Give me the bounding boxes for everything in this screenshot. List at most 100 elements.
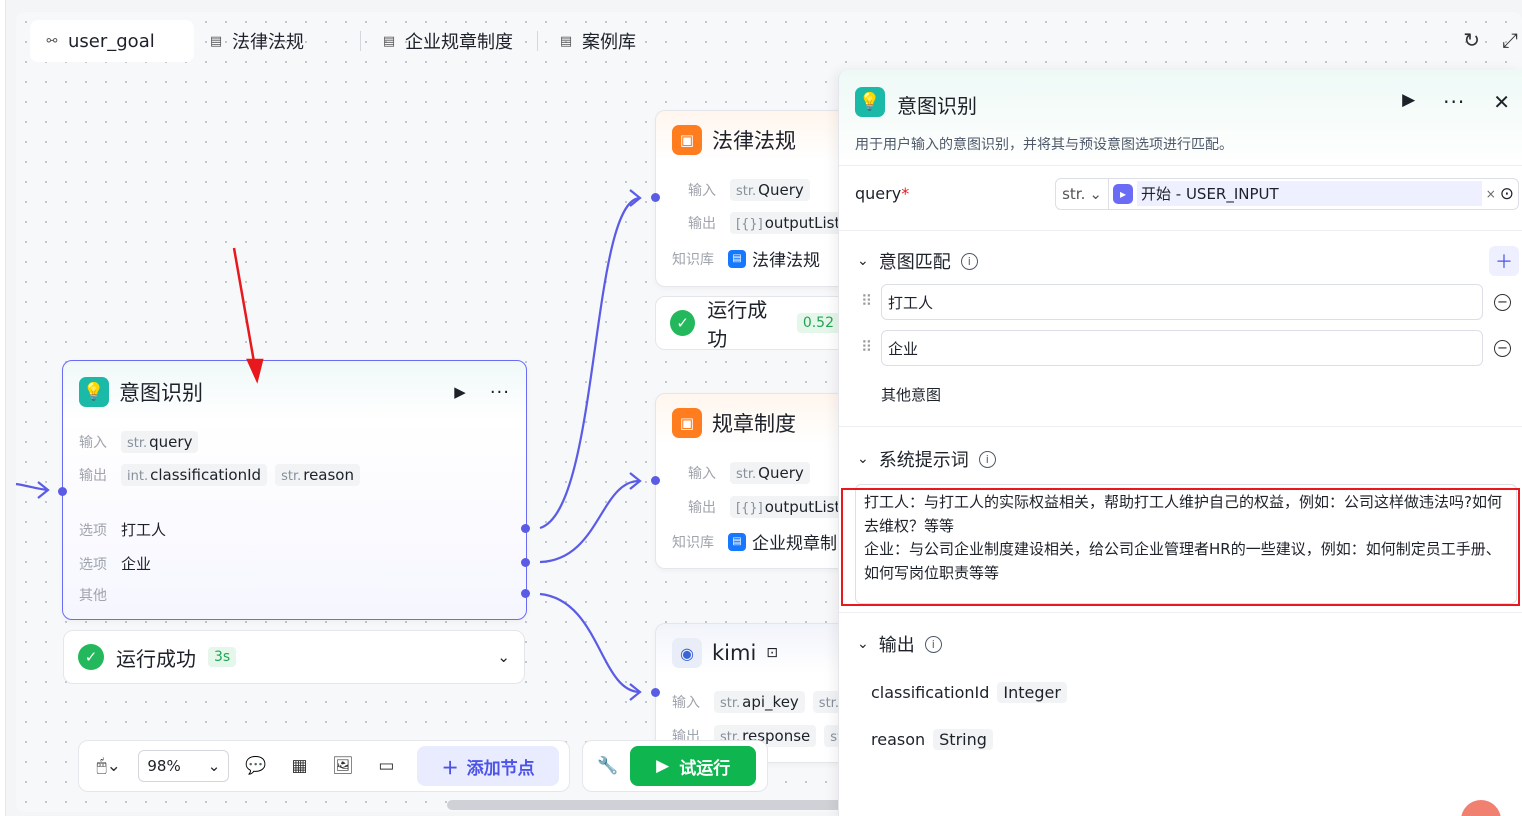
query-ref-chip: 开始 - USER_INPUT — [1137, 181, 1482, 206]
doc-icon: ▤ — [559, 33, 573, 49]
more-icon[interactable]: ··· — [490, 382, 510, 403]
tab-bar: ⚯ user_goal ▤ 法律法规 ▤ 企业规章制度 ▤ 案例库 — [30, 20, 650, 62]
close-icon[interactable]: ✕ — [1493, 90, 1510, 114]
play-icon[interactable]: ▶ — [1402, 90, 1415, 114]
node-title: kimi — [712, 641, 757, 665]
query-ref-field[interactable]: ▸ 开始 - USER_INPUT × ⊙ — [1109, 177, 1519, 210]
output-section-title[interactable]: ⌄ 输出 i — [857, 631, 942, 657]
type: str. — [818, 696, 839, 711]
intent-node[interactable]: 💡 意图识别 ▶ ··· 输入 str. query 输出 int. classif… — [62, 360, 527, 620]
intent-other-port[interactable] — [521, 589, 530, 598]
input-label: 输入 — [672, 695, 700, 711]
query-name: query — [855, 184, 902, 203]
chevron-down-icon[interactable]: ⌄ — [497, 648, 510, 666]
node-title: 规章制度 — [712, 412, 796, 436]
drag-handle-icon[interactable]: ⠿ — [861, 292, 872, 310]
tab-company-rules[interactable]: ▤ 企业规章制度 — [367, 20, 531, 62]
wrench-icon[interactable]: 🔧 — [597, 756, 618, 776]
law-input-port[interactable] — [651, 193, 660, 202]
prompt-section-title[interactable]: ⌄ 系统提示词 i — [857, 446, 996, 472]
rules-input-port[interactable] — [651, 476, 660, 485]
tab-law[interactable]: ▤ 法律法规 — [194, 20, 354, 62]
mouse-icon[interactable]: 🖱⌄ — [89, 756, 128, 776]
name: query — [149, 433, 193, 451]
chevron-down-icon: ⌄ — [857, 451, 869, 467]
type: [{}] — [736, 217, 763, 232]
intent-input-port[interactable] — [58, 487, 67, 496]
type: int. — [127, 469, 149, 484]
output-name: reason — [871, 730, 926, 749]
add-node-button[interactable]: ＋ 添加节点 — [417, 746, 560, 786]
intent-input-1[interactable]: 打工人 — [881, 284, 1483, 320]
rules-node[interactable]: ▣ 规章制度 输入 str. Query 输出 [{}] outputList 知识… — [655, 393, 855, 569]
input-chip: str. Query — [730, 462, 810, 484]
intent-option-port-1[interactable] — [521, 524, 530, 533]
annotation-highlight-box — [841, 488, 1520, 606]
output-chip: int. classificationId — [121, 464, 268, 486]
input-chip: str. query — [121, 431, 199, 453]
test-run-label: 试运行 — [679, 758, 731, 779]
output-row: classificationId Integer — [871, 682, 1067, 703]
law-status-card[interactable]: ✓ 运行成功 0.52 — [655, 296, 855, 351]
other-intent-label: 其他意图 — [881, 386, 942, 404]
type: str. — [720, 696, 741, 711]
intent-value: 打工人 — [888, 293, 934, 312]
remove-intent-icon[interactable]: − — [1494, 340, 1511, 357]
output-chip: [{}] outputList — [730, 212, 847, 234]
info-icon[interactable]: i — [978, 450, 996, 468]
plus-icon: ＋ — [441, 758, 459, 779]
query-type-select[interactable]: str. ⌄ — [1055, 177, 1109, 210]
query-ref: 开始 - USER_INPUT — [1141, 185, 1279, 203]
drag-handle-icon[interactable]: ⠿ — [861, 338, 872, 356]
test-run-button[interactable]: ▶ 试运行 — [630, 746, 757, 786]
tab-user-goal[interactable]: ⚯ user_goal — [30, 20, 194, 62]
kb-name: 企业规章制 — [752, 534, 837, 554]
zoom-value: 98% — [147, 757, 181, 775]
intent-status-card[interactable]: ✓ 运行成功 3s ⌄ — [63, 630, 525, 684]
more-icon[interactable]: ··· — [1443, 90, 1465, 114]
tab-label: 案例库 — [582, 32, 636, 53]
info-icon[interactable]: i — [960, 252, 978, 270]
input-chip: str. api_key — [714, 691, 805, 713]
name: outputList — [764, 498, 841, 516]
node-config-panel: 💡 意图识别 ▶ ··· ✕ 用于用户输入的意图识别，并将其与预设意图选项进行匹… — [838, 70, 1522, 816]
input-label: 输入 — [688, 183, 716, 199]
target-icon[interactable]: ⊙ — [1500, 184, 1514, 204]
divider — [839, 426, 1522, 427]
chevron-down-icon: ⌄ — [857, 636, 869, 652]
type: str. — [281, 469, 302, 484]
add-intent-button[interactable]: ＋ — [1489, 246, 1519, 276]
divider — [839, 612, 1522, 613]
info-icon[interactable]: i — [924, 635, 942, 653]
kimi-input-port[interactable] — [651, 688, 660, 697]
output-type: String — [933, 729, 993, 750]
comment-icon[interactable]: 💬 — [239, 756, 272, 776]
remove-intent-icon[interactable]: − — [1494, 294, 1511, 311]
intent-input-2[interactable]: 企业 — [881, 330, 1483, 366]
type: str. — [127, 436, 148, 451]
play-icon[interactable]: ▶ — [454, 383, 466, 401]
name: Query — [758, 181, 804, 199]
assistant-avatar[interactable] — [1461, 800, 1501, 816]
law-node[interactable]: ▣ 法律法规 输入 str. Query 输出 [{}] outputList 知识… — [655, 110, 855, 287]
tab-cases[interactable]: ▤ 案例库 — [544, 20, 650, 62]
image-icon[interactable]: 🖼 — [326, 756, 359, 776]
output-type: Integer — [997, 682, 1067, 703]
grid-icon[interactable]: ▦ — [283, 756, 316, 776]
lightbulb-icon: 💡 — [79, 377, 109, 407]
name: reason — [303, 466, 354, 484]
intent-section-title[interactable]: ⌄ 意图匹配 i — [857, 248, 978, 274]
expand-icon[interactable]: ⤢ — [1502, 28, 1518, 52]
time-badge: 3s — [208, 647, 237, 667]
intent-option-port-2[interactable] — [521, 558, 530, 567]
minimap-icon[interactable]: ▭ — [370, 756, 403, 776]
kb-doc-icon: ▤ — [728, 249, 746, 268]
doc-icon: ▤ — [209, 33, 223, 49]
horizontal-scrollbar[interactable] — [447, 800, 847, 810]
zoom-select[interactable]: 98% ⌄ — [138, 750, 230, 782]
tab-label: 企业规章制度 — [405, 32, 513, 53]
node-title: 法律法规 — [712, 129, 796, 153]
refresh-icon[interactable]: ↻ — [1463, 28, 1480, 52]
tab-divider — [360, 31, 361, 51]
clear-icon[interactable]: × — [1486, 187, 1496, 201]
